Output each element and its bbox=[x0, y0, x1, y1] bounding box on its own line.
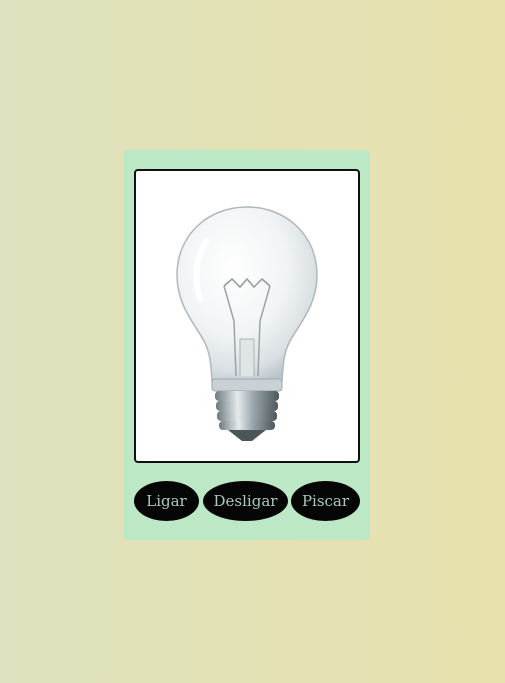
turn-on-button[interactable]: Ligar bbox=[134, 481, 199, 521]
lamp-card: Ligar Desligar Piscar bbox=[124, 150, 370, 540]
turn-off-button[interactable]: Desligar bbox=[203, 481, 288, 521]
blink-button[interactable]: Piscar bbox=[291, 481, 360, 521]
lamp-controls: Ligar Desligar Piscar bbox=[134, 481, 360, 521]
lightbulb-icon bbox=[176, 206, 318, 441]
lamp-image-frame bbox=[134, 169, 360, 463]
